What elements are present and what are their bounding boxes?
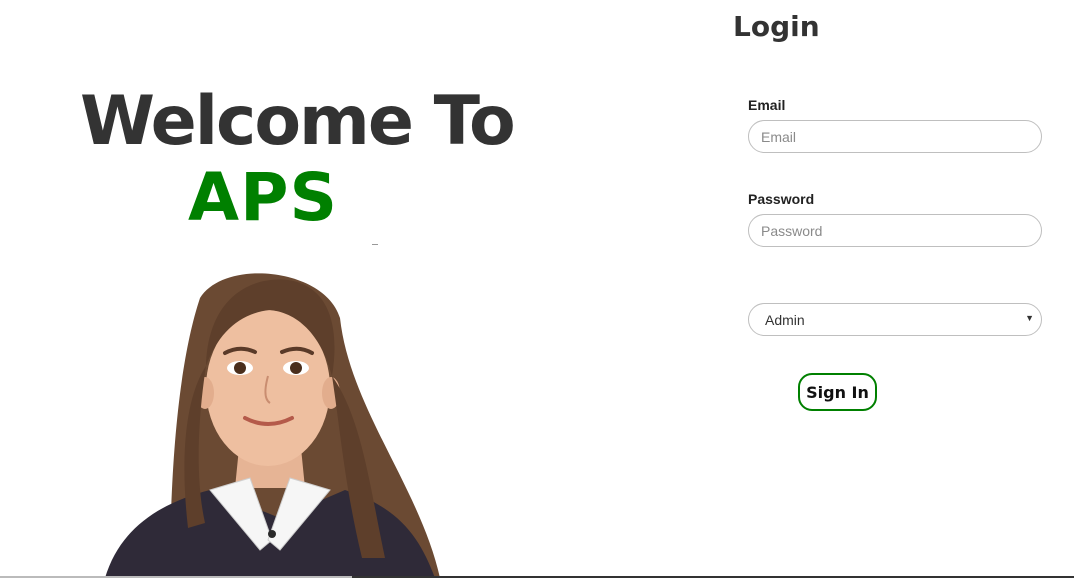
sign-in-button[interactable]: Sign In: [798, 373, 877, 411]
student-photo: [105, 273, 440, 578]
brand-name: APS: [188, 159, 338, 236]
email-label: Email: [748, 97, 786, 113]
password-input[interactable]: [748, 214, 1042, 247]
password-label: Password: [748, 191, 815, 207]
login-title: Login: [733, 10, 820, 43]
welcome-heading: Welcome To: [80, 82, 516, 161]
chevron-down-icon: ▼: [1025, 313, 1034, 323]
decorative-dash: [372, 244, 378, 245]
email-input[interactable]: [748, 120, 1042, 153]
role-select-value: Admin: [765, 312, 805, 328]
role-select[interactable]: Admin ▼: [748, 303, 1042, 336]
